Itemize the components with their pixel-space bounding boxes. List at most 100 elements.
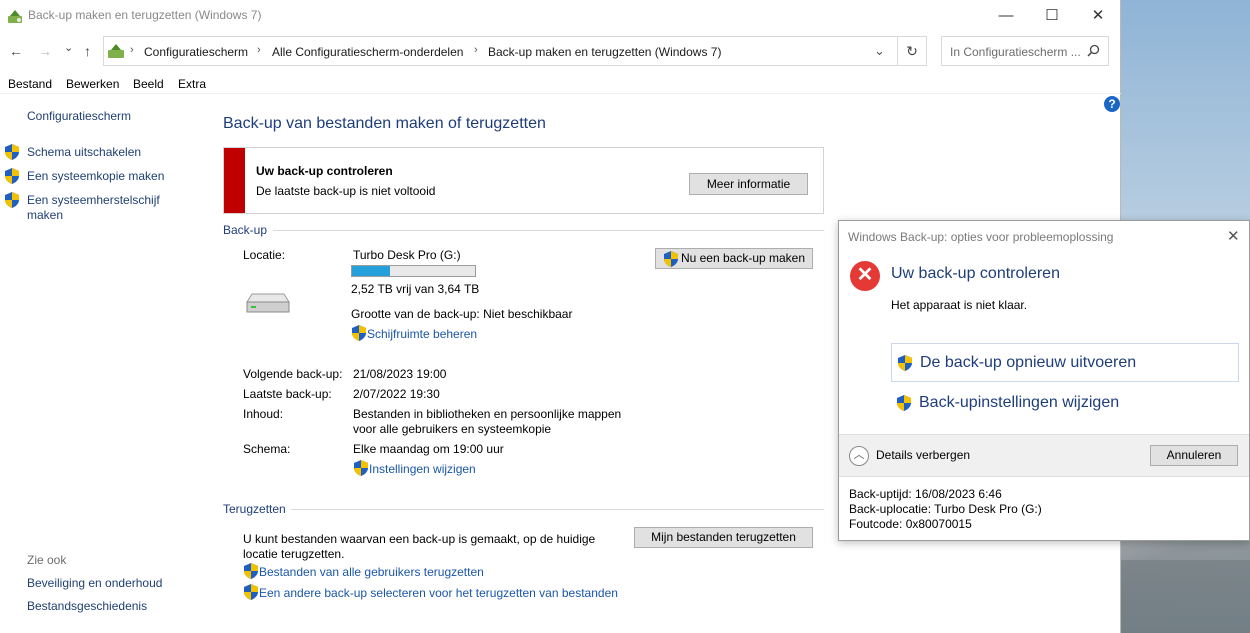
- change-backup-settings-label: Back-upinstellingen wijzigen: [919, 394, 1120, 411]
- refresh-button[interactable]: ↻: [898, 36, 927, 66]
- hard-drive-icon: [246, 293, 290, 313]
- retry-backup-command[interactable]: De back-up opnieuw uitvoeren: [891, 343, 1239, 382]
- sidebar-item-systeemkopie[interactable]: Een systeemkopie maken: [27, 169, 164, 183]
- uac-shield-icon: [664, 251, 678, 267]
- last-backup-label: Laatste back-up:: [243, 387, 332, 401]
- breadcrumb-backup[interactable]: Back-up maken en terugzetten (Windows 7): [488, 45, 721, 59]
- next-backup-label: Volgende back-up:: [243, 367, 343, 381]
- alert-box: Uw back-up controleren De laatste back-u…: [223, 147, 824, 214]
- free-space: 2,52 TB vrij van 3,64 TB: [351, 282, 480, 296]
- menu-bar: Bestand Bewerken Beeld Extra: [0, 74, 1121, 94]
- contents-value-line2: voor alle gebruikers en systeemkopie: [353, 422, 552, 436]
- breadcrumb-separator-icon: ›: [130, 44, 134, 56]
- window-title: Back-up maken en terugzetten (Windows 7): [28, 8, 262, 22]
- backup-section-heading: Back-up: [223, 223, 268, 237]
- sidebar-item-configuratiescherm[interactable]: Configuratiescherm: [27, 109, 131, 123]
- breadcrumb-separator-icon: ›: [474, 44, 478, 56]
- change-backup-settings-command[interactable]: Back-upinstellingen wijzigen: [891, 384, 1239, 423]
- schedule-value: Elke maandag om 19:00 uur: [353, 442, 504, 456]
- page-title: Back-up van bestanden maken of terugzett…: [223, 115, 546, 132]
- address-dropdown-icon[interactable]: ⌄: [874, 43, 885, 59]
- section-divider: [291, 509, 824, 510]
- detail-backup-time: Back-uptijd: 16/08/2023 6:46: [849, 487, 1002, 501]
- backup-now-label: Nu een back-up maken: [680, 251, 806, 265]
- detail-backup-location: Back-uplocatie: Turbo Desk Pro (G:): [849, 502, 1042, 516]
- alert-message: De laatste back-up is niet voltooid: [256, 184, 436, 198]
- contents-label: Inhoud:: [243, 407, 284, 421]
- address-bar[interactable]: › Configuratiescherm › Alle Configuratie…: [103, 36, 898, 66]
- details-toggle[interactable]: Details verbergen: [876, 448, 970, 462]
- uac-shield-icon: [354, 460, 368, 476]
- uac-shield-icon: [898, 355, 912, 371]
- detail-error-code: Foutcode: 0x80070015: [849, 517, 972, 531]
- up-arrow-icon[interactable]: ↑: [84, 43, 91, 59]
- restore-section-heading: Terugzetten: [223, 502, 286, 516]
- error-icon: ✕: [850, 261, 880, 291]
- sidebar-item-systeemherstelschijf-line2[interactable]: maken: [27, 208, 63, 222]
- maximize-button[interactable]: ☐: [1029, 0, 1075, 31]
- recent-locations-icon[interactable]: ⌄: [64, 41, 73, 54]
- sidebar-item-schema-uitschakelen[interactable]: Schema uitschakelen: [27, 145, 141, 159]
- uac-shield-icon: [5, 192, 19, 208]
- dialog-title: Windows Back-up: opties voor probleemopl…: [848, 230, 1114, 244]
- uac-shield-icon: [244, 563, 258, 579]
- breadcrumb-separator-icon: ›: [257, 44, 261, 56]
- menu-extra[interactable]: Extra: [178, 77, 206, 91]
- search-icon: [1087, 44, 1100, 57]
- sidebar-item-bestandsgeschiedenis[interactable]: Bestandsgeschiedenis: [27, 599, 147, 613]
- retry-backup-label: De back-up opnieuw uitvoeren: [920, 354, 1137, 371]
- breadcrumb-alle-onderdelen[interactable]: Alle Configuratiescherm-onderdelen: [272, 45, 463, 59]
- backup-size: Grootte van de back-up: Niet beschikbaar: [351, 307, 573, 321]
- restore-my-files-button[interactable]: Mijn bestanden terugzetten: [634, 527, 813, 548]
- manage-space-link[interactable]: Schijfruimte beheren: [367, 327, 477, 341]
- dialog-message: Het apparaat is niet klaar.: [891, 298, 1028, 312]
- contents-value: Bestanden in bibliotheken en persoonlijk…: [353, 407, 622, 421]
- uac-shield-icon: [5, 168, 19, 184]
- minimize-button[interactable]: —: [983, 0, 1029, 31]
- menu-beeld[interactable]: Beeld: [133, 77, 164, 91]
- help-icon[interactable]: ?: [1104, 96, 1120, 112]
- sidebar-item-beveiliging[interactable]: Beveiliging en onderhoud: [27, 576, 162, 590]
- sidebar-item-systeemherstelschijf[interactable]: Een systeemherstelschijf: [27, 193, 160, 207]
- close-button[interactable]: ✕: [1075, 0, 1121, 31]
- next-backup-value: 21/08/2023 19:00: [353, 367, 447, 381]
- restore-text: U kunt bestanden waarvan een back-up is …: [243, 532, 596, 546]
- disk-usage-fill: [352, 266, 391, 276]
- alert-title: Uw back-up controleren: [256, 164, 393, 178]
- cancel-button[interactable]: Annuleren: [1150, 445, 1238, 466]
- backup-now-button[interactable]: Nu een back-up maken: [655, 248, 813, 269]
- menu-bestand[interactable]: Bestand: [8, 77, 52, 91]
- forward-arrow-icon[interactable]: →: [38, 43, 52, 59]
- more-info-button[interactable]: Meer informatie: [689, 173, 808, 195]
- location-value: Turbo Desk Pro (G:): [353, 248, 461, 262]
- uac-shield-icon: [352, 325, 366, 341]
- breadcrumb-configuratiescherm[interactable]: Configuratiescherm: [144, 45, 248, 59]
- back-arrow-icon[interactable]: ←: [9, 43, 23, 59]
- uac-shield-icon: [244, 584, 258, 600]
- change-settings-link[interactable]: Instellingen wijzigen: [369, 462, 476, 476]
- desktop-background-hills: [1120, 560, 1250, 633]
- select-other-backup-link[interactable]: Een andere back-up selecteren voor het t…: [259, 586, 618, 600]
- dialog-footer: ︿ Details verbergen Annuleren: [839, 434, 1249, 477]
- disk-usage-bar: [351, 265, 476, 277]
- control-panel-icon: [108, 44, 124, 58]
- chevron-up-icon[interactable]: ︿: [849, 446, 869, 466]
- title-bar: Back-up maken en terugzetten (Windows 7)…: [0, 0, 1120, 31]
- search-placeholder: In Configuratiescherm ...: [950, 45, 1081, 59]
- location-label: Locatie:: [243, 248, 286, 262]
- alert-error-bar: [224, 148, 245, 213]
- troubleshooting-dialog: Windows Back-up: opties voor probleemopl…: [838, 220, 1250, 541]
- menu-bewerken[interactable]: Bewerken: [66, 77, 119, 91]
- schedule-label: Schema:: [243, 442, 291, 456]
- address-row: ← → ⌄ ↑ › Configuratiescherm › Alle Conf…: [0, 34, 1121, 68]
- last-backup-value: 2/07/2022 19:30: [353, 387, 440, 401]
- see-also-heading: Zie ook: [27, 553, 67, 567]
- search-input[interactable]: In Configuratiescherm ...: [941, 36, 1109, 66]
- uac-shield-icon: [897, 395, 911, 411]
- uac-shield-icon: [5, 144, 19, 160]
- section-divider: [273, 230, 824, 231]
- restore-all-users-link[interactable]: Bestanden van alle gebruikers terugzette…: [259, 565, 484, 579]
- dialog-heading: Uw back-up controleren: [891, 265, 1060, 282]
- dialog-close-button[interactable]: ✕: [1227, 227, 1240, 245]
- backup-app-icon: [8, 10, 22, 23]
